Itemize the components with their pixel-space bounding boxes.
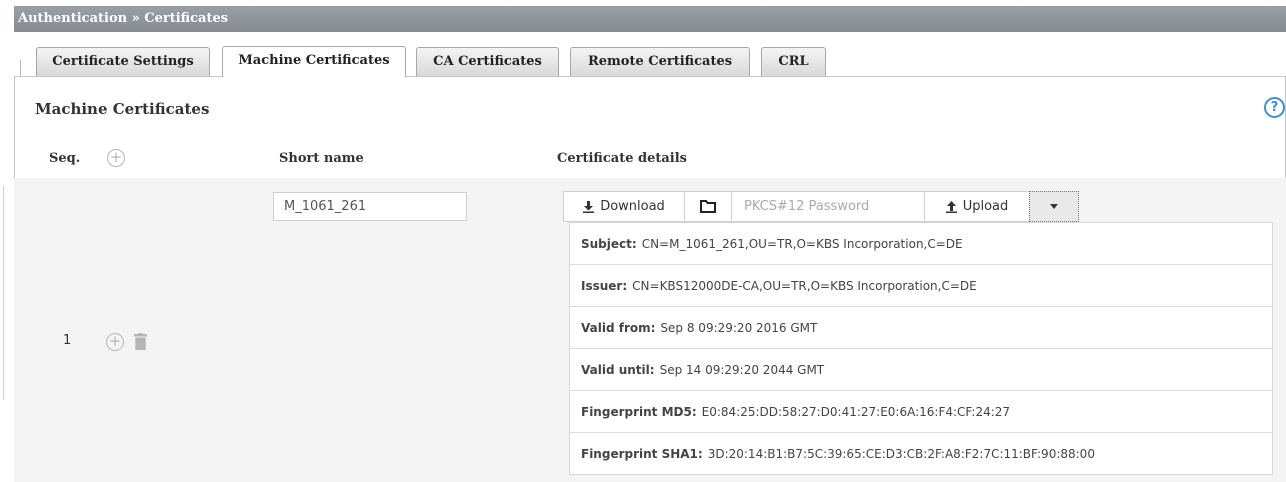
detail-label: Issuer: — [581, 278, 628, 293]
left-divider-lower — [3, 186, 4, 400]
detail-value: Sep 14 09:29:20 2044 GMT — [659, 362, 825, 377]
certificate-actions: Download Upload — [563, 191, 1079, 222]
row-seq-number: 1 — [63, 333, 72, 348]
upload-label: Upload — [962, 199, 1009, 214]
detail-subject: Subject: CN=M_1061_261,OU=TR,O=KBS Incor… — [570, 223, 1272, 265]
detail-label: Valid from: — [581, 320, 656, 335]
column-header-short-name: Short name — [279, 151, 364, 166]
caret-down-icon — [1050, 204, 1058, 209]
browse-file-button[interactable] — [684, 191, 732, 222]
column-header-seq: Seq. — [49, 151, 81, 166]
detail-valid-until: Valid until: Sep 14 09:29:20 2044 GMT — [570, 349, 1272, 391]
tab-certificate-settings[interactable]: Certificate Settings — [36, 47, 210, 76]
detail-value: 3D:20:14:B1:B7:5C:39:65:CE:D3:CB:2F:A8:F… — [707, 447, 1095, 461]
insert-row-icon[interactable]: + — [106, 333, 124, 351]
add-row-icon[interactable]: + — [107, 149, 125, 167]
detail-fingerprint-md5: Fingerprint MD5: E0:84:25:DD:58:27:D0:41… — [570, 391, 1272, 433]
download-icon — [583, 200, 595, 213]
tab-machine-certificates[interactable]: Machine Certificates — [222, 46, 406, 77]
download-label: Download — [600, 199, 665, 214]
detail-value: Sep 8 09:29:20 2016 GMT — [660, 320, 818, 335]
tab-crl[interactable]: CRL — [761, 47, 826, 76]
tab-ca-certificates[interactable]: CA Certificates — [416, 47, 559, 76]
certificate-details-list: Subject: CN=M_1061_261,OU=TR,O=KBS Incor… — [569, 222, 1273, 475]
short-name-input[interactable] — [273, 192, 467, 221]
pkcs12-password-input[interactable] — [731, 191, 925, 222]
upload-button[interactable]: Upload — [924, 191, 1030, 222]
help-icon[interactable]: ? — [1264, 97, 1285, 118]
breadcrumb: Authentication » Certificates — [14, 6, 1286, 32]
detail-label: Valid until: — [581, 362, 655, 377]
detail-label: Subject: — [581, 236, 637, 251]
download-button[interactable]: Download — [563, 191, 685, 222]
detail-fingerprint-sha1: Fingerprint SHA1: 3D:20:14:B1:B7:5C:39:6… — [570, 433, 1272, 475]
folder-icon — [700, 200, 716, 213]
detail-value: E0:84:25:DD:58:27:D0:41:27:E0:6A:16:F4:C… — [701, 404, 1011, 419]
trash-icon[interactable] — [134, 333, 147, 350]
column-header-certificate-details: Certificate details — [557, 151, 687, 166]
panel-title: Machine Certificates — [35, 100, 210, 118]
detail-value: CN=M_1061_261,OU=TR,O=KBS Incorporation,… — [641, 236, 963, 251]
detail-value: CN=KBS12000DE-CA,OU=TR,O=KBS Incorporati… — [632, 278, 977, 293]
more-actions-dropdown[interactable] — [1029, 191, 1079, 222]
detail-issuer: Issuer: CN=KBS12000DE-CA,OU=TR,O=KBS Inc… — [570, 265, 1272, 307]
detail-label: Fingerprint MD5: — [581, 404, 697, 419]
upload-icon — [945, 200, 957, 213]
tab-remote-certificates[interactable]: Remote Certificates — [570, 47, 750, 76]
detail-valid-from: Valid from: Sep 8 09:29:20 2016 GMT — [570, 307, 1272, 349]
detail-label: Fingerprint SHA1: — [581, 447, 703, 461]
